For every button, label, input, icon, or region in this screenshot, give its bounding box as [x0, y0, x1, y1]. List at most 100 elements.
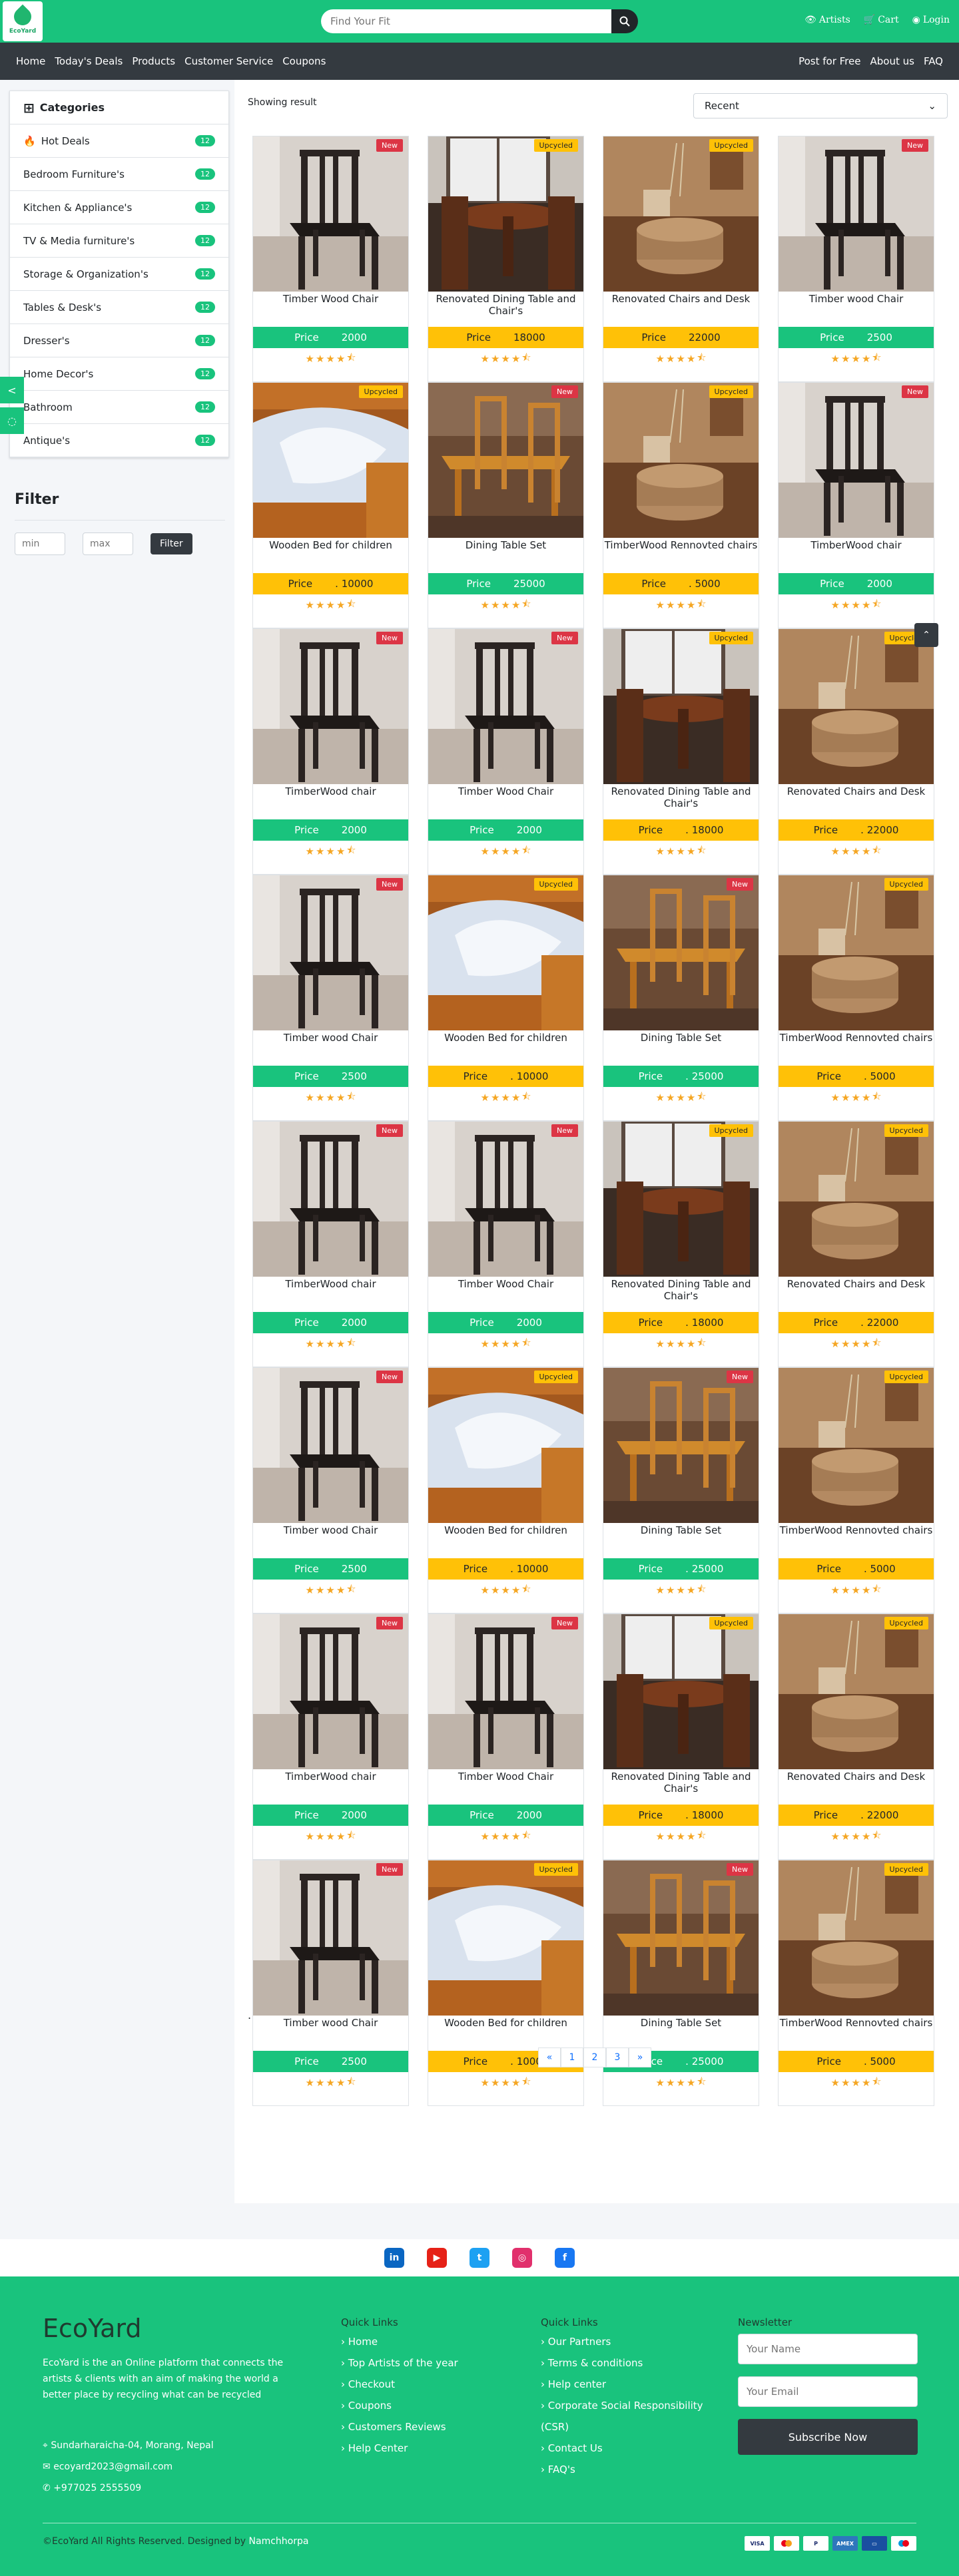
product-name[interactable]: Renovated Chairs and Desk — [779, 1769, 934, 1805]
page-prev[interactable]: « — [538, 2047, 561, 2067]
product-name[interactable]: Dining Table Set — [603, 1523, 759, 1558]
product-card[interactable]: New Dining Table Set Price . 25000 ★★★★⯪ — [603, 1367, 759, 1613]
footer-email[interactable]: ✉ ecoyard2023@gmail.com — [43, 2456, 214, 2477]
product-name[interactable]: Timber Wood Chair — [428, 1769, 583, 1805]
nav-home[interactable]: Home — [16, 55, 45, 67]
nav-todays-deals[interactable]: Today's Deals — [55, 55, 123, 67]
product-card[interactable]: Upcycled Renovated Chairs and Desk Price… — [778, 628, 934, 875]
product-image[interactable]: Upcycled — [428, 136, 583, 292]
product-image[interactable]: New — [428, 629, 583, 784]
product-image[interactable]: New — [253, 875, 408, 1030]
footer-link[interactable]: › FAQ's — [541, 2459, 714, 2480]
product-card[interactable]: Upcycled Renovated Chairs and Desk Price… — [603, 136, 759, 382]
designer-link[interactable]: Namchhorpa — [249, 2536, 309, 2547]
product-name[interactable]: Dining Table Set — [603, 1030, 759, 1066]
product-card[interactable]: Upcycled TimberWood Rennovted chairs Pri… — [778, 875, 934, 1121]
product-image[interactable]: Upcycled — [779, 1122, 934, 1277]
product-name[interactable]: Timber wood Chair — [253, 1523, 408, 1558]
product-image[interactable]: Upcycled — [779, 629, 934, 784]
footer-link[interactable]: › Terms & conditions — [541, 2352, 714, 2374]
category-item[interactable]: TV & Media furniture's 12 — [10, 224, 228, 258]
product-card[interactable]: New Dining Table Set Price . 25000 ★★★★⯪ — [603, 1860, 759, 2106]
product-name[interactable]: Renovated Dining Table and Chair's — [603, 1769, 759, 1805]
max-price-input[interactable] — [83, 533, 133, 555]
product-name[interactable]: Wooden Bed for children — [428, 1523, 583, 1558]
product-image[interactable]: Upcycled — [779, 1368, 934, 1523]
product-name[interactable]: Wooden Bed for children — [428, 1030, 583, 1066]
product-card[interactable]: New Timber wood Chair Price 2500 ★ ★ ★ ★ ⯪ — [778, 136, 934, 382]
category-item[interactable]: 🔥 Hot Deals 12 — [10, 124, 228, 158]
product-image[interactable]: New — [253, 1860, 408, 2016]
chat-icon[interactable]: ◌ — [0, 407, 24, 434]
page-3[interactable]: 3 — [606, 2047, 629, 2067]
artists-link[interactable]: 👁 Artists — [804, 15, 850, 25]
product-name[interactable]: Renovated Chairs and Desk — [779, 1277, 934, 1312]
product-name[interactable]: Renovated Chairs and Desk — [603, 292, 759, 327]
product-name[interactable]: TimberWood chair — [253, 1769, 408, 1805]
product-card[interactable]: New Timber wood Chair Price 2500 ★ ★ ★ ★ ⯪ — [252, 1860, 409, 2106]
instagram-icon[interactable]: ◎ — [512, 2248, 532, 2268]
product-image[interactable]: Upcycled — [603, 383, 759, 538]
product-name[interactable]: TimberWood Rennovted chairs — [779, 1030, 934, 1066]
footer-phone[interactable]: ✆ +977025 2555509 — [43, 2477, 214, 2499]
product-name[interactable]: Timber wood Chair — [779, 292, 934, 327]
product-image[interactable]: New — [428, 1122, 583, 1277]
product-card[interactable]: Upcycled Renovated Chairs and Desk Price… — [778, 1613, 934, 1860]
product-card[interactable]: Upcycled Renovated Dining Table and Chai… — [603, 628, 759, 875]
product-image[interactable]: New — [253, 629, 408, 784]
product-name[interactable]: Timber Wood Chair — [428, 784, 583, 819]
product-card[interactable]: New Timber Wood Chair Price 2000 ★ ★ ★ ★ ⯪ — [428, 628, 584, 875]
product-card[interactable]: Upcycled Wooden Bed for children Price .… — [428, 1367, 584, 1613]
product-image[interactable]: New — [428, 383, 583, 538]
category-item[interactable]: Tables & Desk's 12 — [10, 291, 228, 324]
footer-link[interactable]: › Coupons — [341, 2395, 458, 2416]
product-image[interactable]: Upcycled — [428, 1860, 583, 2016]
product-card[interactable]: New TimberWood chair Price 2000 ★ ★ ★ ★ ⯪ — [778, 382, 934, 628]
product-card[interactable]: New Timber Wood Chair Price 2000 ★ ★ ★ ★ ⯪ — [428, 1121, 584, 1367]
product-card[interactable]: Upcycled Renovated Dining Table and Chai… — [428, 136, 584, 382]
nav-faq[interactable]: FAQ — [924, 55, 943, 67]
product-name[interactable]: TimberWood chair — [779, 538, 934, 573]
footer-link[interactable]: › Help Center — [341, 2438, 458, 2459]
ecoyard-logo[interactable]: EcoYard — [3, 1, 43, 41]
product-name[interactable]: Dining Table Set — [428, 538, 583, 573]
product-image[interactable]: Upcycled — [253, 383, 408, 538]
product-card[interactable]: Upcycled Renovated Dining Table and Chai… — [603, 1613, 759, 1860]
product-card[interactable]: Upcycled Wooden Bed for children Price .… — [428, 1860, 584, 2106]
product-card[interactable]: New TimberWood chair Price 2000 ★ ★ ★ ★ ⯪ — [252, 1121, 409, 1367]
product-image[interactable]: Upcycled — [603, 1122, 759, 1277]
product-name[interactable]: TimberWood Rennovted chairs — [779, 2016, 934, 2051]
product-name[interactable]: TimberWood chair — [253, 784, 408, 819]
product-card[interactable]: New Dining Table Set Price 25000 ★ ★ ★ ★ ⯪ — [428, 382, 584, 628]
product-image[interactable]: Upcycled — [603, 1614, 759, 1769]
product-card[interactable]: New Dining Table Set Price . 25000 ★★★★⯪ — [603, 875, 759, 1121]
product-name[interactable]: Timber Wood Chair — [253, 292, 408, 327]
product-image[interactable]: New — [253, 1614, 408, 1769]
product-card[interactable]: Upcycled TimberWood Rennovted chairs Pri… — [778, 1860, 934, 2106]
footer-link[interactable]: › Checkout — [341, 2374, 458, 2395]
product-image[interactable]: New — [779, 383, 934, 538]
category-item[interactable]: Bedroom Furniture's 12 — [10, 158, 228, 191]
login-link[interactable]: ◉ Login — [912, 15, 950, 25]
product-image[interactable]: Upcycled — [779, 1614, 934, 1769]
product-card[interactable]: New Timber Wood Chair Price 2000 ★ ★ ★ ★ ⯪ — [252, 136, 409, 382]
footer-link[interactable]: › Our Partners — [541, 2331, 714, 2352]
facebook-icon[interactable]: f — [555, 2248, 575, 2268]
cart-link[interactable]: 🛒 Cart — [864, 15, 899, 25]
category-item[interactable]: Antique's 12 — [10, 424, 228, 457]
product-name[interactable]: Renovated Dining Table and Chair's — [428, 292, 583, 327]
product-name[interactable]: TimberWood chair — [253, 1277, 408, 1312]
nav-customer-service[interactable]: Customer Service — [184, 55, 273, 67]
category-item[interactable]: Storage & Organization's 12 — [10, 258, 228, 291]
product-image[interactable]: New — [603, 875, 759, 1030]
product-image[interactable]: Upcycled — [603, 629, 759, 784]
product-image[interactable]: New — [253, 1122, 408, 1277]
product-name[interactable]: Timber Wood Chair — [428, 1277, 583, 1312]
nav-about-us[interactable]: About us — [870, 55, 914, 67]
product-name[interactable]: Renovated Chairs and Desk — [779, 784, 934, 819]
product-name[interactable]: Timber wood Chair — [253, 1030, 408, 1066]
category-item[interactable]: Bathroom 12 — [10, 391, 228, 424]
product-name[interactable]: Dining Table Set — [603, 2016, 759, 2051]
newsletter-email-input[interactable] — [738, 2376, 918, 2407]
product-card[interactable]: Upcycled TimberWood Rennovted chairs Pri… — [603, 382, 759, 628]
